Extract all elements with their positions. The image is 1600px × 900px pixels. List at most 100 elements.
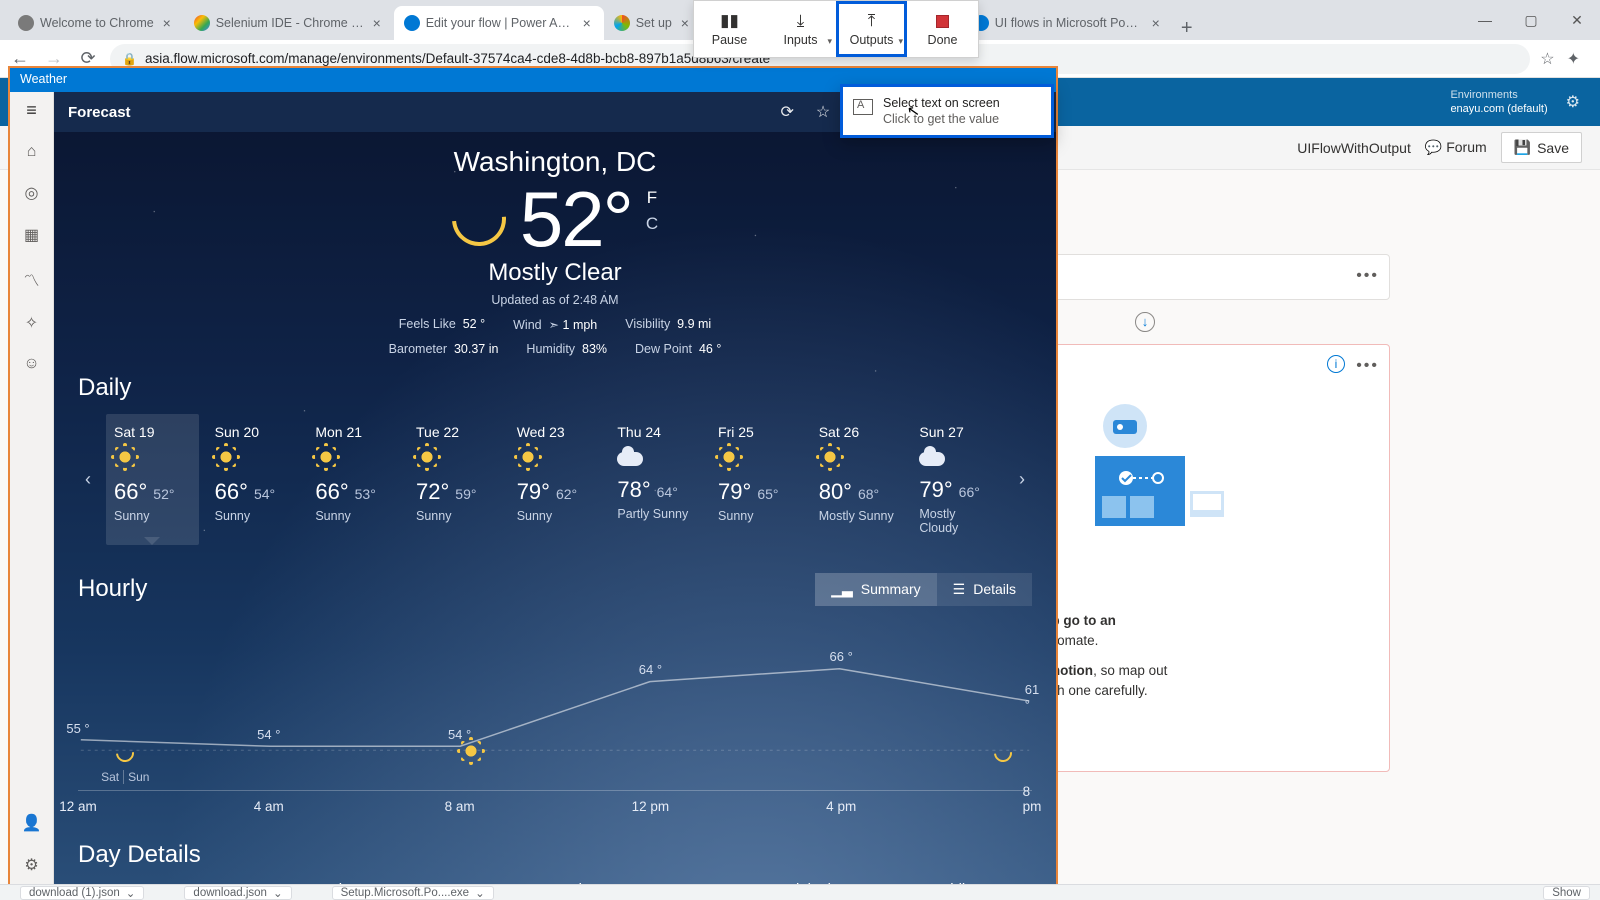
outputs-popup[interactable]: Select text on screen Click to get the v… xyxy=(840,84,1054,138)
tab-welcome[interactable]: Welcome to Chrome × xyxy=(8,6,184,40)
close-icon[interactable]: × xyxy=(1149,16,1163,30)
save-button[interactable]: 💾 Save xyxy=(1501,132,1582,163)
tab-label: Welcome to Chrome xyxy=(40,16,154,30)
daily-card[interactable]: Sun 2066°54°Sunny xyxy=(207,414,300,545)
stats-row-2: Barometer 30.37 in Humidity 83% Dew Poin… xyxy=(54,342,1056,356)
daily-card[interactable]: Wed 2379°62°Sunny xyxy=(509,414,602,545)
cloud-icon xyxy=(617,452,643,466)
sun-icon xyxy=(416,446,438,468)
gear-icon[interactable]: ⚙ xyxy=(1566,92,1580,112)
updated-text: Updated as of 2:48 AM xyxy=(54,293,1056,307)
daily-card[interactable]: Sun 2779°66°Mostly Cloudy xyxy=(911,414,1004,545)
chevron-down-icon: ▾ xyxy=(827,36,832,47)
hourly-tick: 8 am xyxy=(445,799,475,814)
home-icon[interactable]: ⌂ xyxy=(27,143,37,161)
tab-label: Selenium IDE - Chrome Web Sto xyxy=(216,16,364,30)
hourly-tick: 12 am xyxy=(59,799,97,814)
add-step-button[interactable]: ↓ xyxy=(1135,312,1155,332)
refresh-icon[interactable]: ⟳ xyxy=(781,102,794,122)
env-value: enayu.com (default) xyxy=(1450,102,1547,116)
tab-powerautomate[interactable]: Edit your flow | Power Automate× xyxy=(394,6,604,40)
sun-icon xyxy=(315,446,337,468)
news-icon[interactable]: ☺ xyxy=(23,355,39,373)
maps-icon[interactable]: ▦ xyxy=(24,225,39,245)
daily-next[interactable]: › xyxy=(1012,414,1032,545)
extensions-icon[interactable]: ✦ xyxy=(1567,49,1580,69)
info-icon[interactable]: i xyxy=(1327,355,1345,373)
summary-button[interactable]: ▁▃ Summary xyxy=(815,573,936,606)
close-icon[interactable]: × xyxy=(678,16,692,30)
download-chip[interactable]: download.json ⌄ xyxy=(184,886,291,900)
account-icon[interactable]: 👤 xyxy=(22,813,42,833)
high-temp: 72° xyxy=(416,479,449,504)
unit-f[interactable]: F xyxy=(646,188,658,208)
daily-card[interactable]: Thu 2478°64°Partly Sunny xyxy=(609,414,702,545)
close-icon[interactable]: × xyxy=(580,16,594,30)
high-temp: 66° xyxy=(215,479,248,504)
favorites-icon[interactable]: ✧ xyxy=(25,313,38,333)
sun-icon xyxy=(215,446,237,468)
environment-picker[interactable]: Environments enayu.com (default) xyxy=(1450,88,1547,116)
daily-prev[interactable]: ‹ xyxy=(78,414,98,545)
sun-icon xyxy=(819,446,841,468)
tab-selenium[interactable]: Selenium IDE - Chrome Web Sto × xyxy=(184,6,394,40)
high-temp: 79° xyxy=(919,477,952,502)
download-chip[interactable]: download (1).json ⌄ xyxy=(20,886,144,900)
high-temp: 78° xyxy=(617,477,650,502)
day-details-section: Day Details Day Expect sunny skies. The … xyxy=(54,841,1056,889)
daily-card[interactable]: Mon 2166°53°Sunny xyxy=(307,414,400,545)
daily-card[interactable]: Sat 1966°52°Sunny xyxy=(106,414,199,545)
unit-toggle[interactable]: F C xyxy=(646,188,658,234)
hourly-tick: 8 pm xyxy=(1023,784,1042,814)
daily-row: ‹ Sat 1966°52°SunnySun 2066°54°Sunny Mon … xyxy=(78,414,1032,545)
high-temp: 79° xyxy=(718,479,751,504)
outputs-button[interactable]: ⤒Outputs▾ xyxy=(836,1,907,57)
more-icon[interactable]: ••• xyxy=(1356,267,1379,285)
show-all-button[interactable]: Show xyxy=(1543,886,1590,900)
radar-icon[interactable]: ◎ xyxy=(25,183,39,203)
bookmark-icon[interactable]: ☆ xyxy=(1540,49,1554,69)
new-tab-button[interactable]: + xyxy=(1173,17,1201,40)
close-icon[interactable]: × xyxy=(370,16,384,30)
low-temp: 53° xyxy=(355,486,376,502)
high-temp: 80° xyxy=(819,479,852,504)
hourly-temp-label: 64 ° xyxy=(639,662,662,677)
tab-setup[interactable]: Set up× xyxy=(604,6,702,40)
popup-subtitle: Click to get the value xyxy=(883,111,1000,127)
current-temp: 52° xyxy=(520,174,632,265)
hamburger-icon[interactable]: ≡ xyxy=(26,100,37,121)
maximize-icon[interactable]: ▢ xyxy=(1508,0,1554,40)
forum-link[interactable]: 💬 Forum xyxy=(1425,139,1487,156)
select-text-icon xyxy=(853,99,873,115)
hourly-chart: SatSun 55 °54 °54 °64 °66 °61 °12 am4 am… xyxy=(78,621,1032,791)
daily-card[interactable]: Sat 2680°68°Mostly Sunny xyxy=(811,414,904,545)
done-button[interactable]: Done xyxy=(907,1,978,57)
low-temp: 65° xyxy=(757,486,778,502)
hourly-tick: 12 pm xyxy=(632,799,670,814)
low-temp: 66° xyxy=(959,484,980,500)
details-button[interactable]: ☰ Details xyxy=(937,573,1032,606)
day-label: Thu 24 xyxy=(617,424,694,440)
inputs-button[interactable]: ⤓Inputs▾ xyxy=(765,1,836,57)
download-chip[interactable]: Setup.Microsoft.Po....exe ⌄ xyxy=(332,886,494,900)
day-label: Mon 21 xyxy=(315,424,392,440)
day-label: Sat 26 xyxy=(819,424,896,440)
lock-icon: 🔒 xyxy=(122,52,137,66)
pause-button[interactable]: ▮▮Pause xyxy=(694,1,765,57)
tab-uiflows[interactable]: UI flows in Microsoft Power Aut× xyxy=(963,6,1173,40)
star-icon[interactable]: ☆ xyxy=(816,102,830,122)
minimize-icon[interactable]: — xyxy=(1462,0,1508,40)
more-icon[interactable]: ••• xyxy=(1356,357,1379,375)
day-cond: Sunny xyxy=(416,509,493,523)
day-cond: Sunny xyxy=(315,509,392,523)
close-window-icon[interactable]: ✕ xyxy=(1554,0,1600,40)
daily-card[interactable]: Tue 2272°59°Sunny xyxy=(408,414,501,545)
close-icon[interactable]: × xyxy=(160,16,174,30)
history-icon[interactable]: 〽 xyxy=(23,267,39,291)
unit-c[interactable]: C xyxy=(646,214,658,234)
downloads-bar: download (1).json ⌄ download.json ⌄ Setu… xyxy=(0,884,1600,900)
low-temp: 52° xyxy=(153,486,174,502)
weather-sidebar: ≡ ⌂ ◎ ▦ 〽 ✧ ☺ 👤 ⚙ xyxy=(10,92,54,889)
settings-icon[interactable]: ⚙ xyxy=(24,855,38,875)
daily-card[interactable]: Fri 2579°65°Sunny xyxy=(710,414,803,545)
